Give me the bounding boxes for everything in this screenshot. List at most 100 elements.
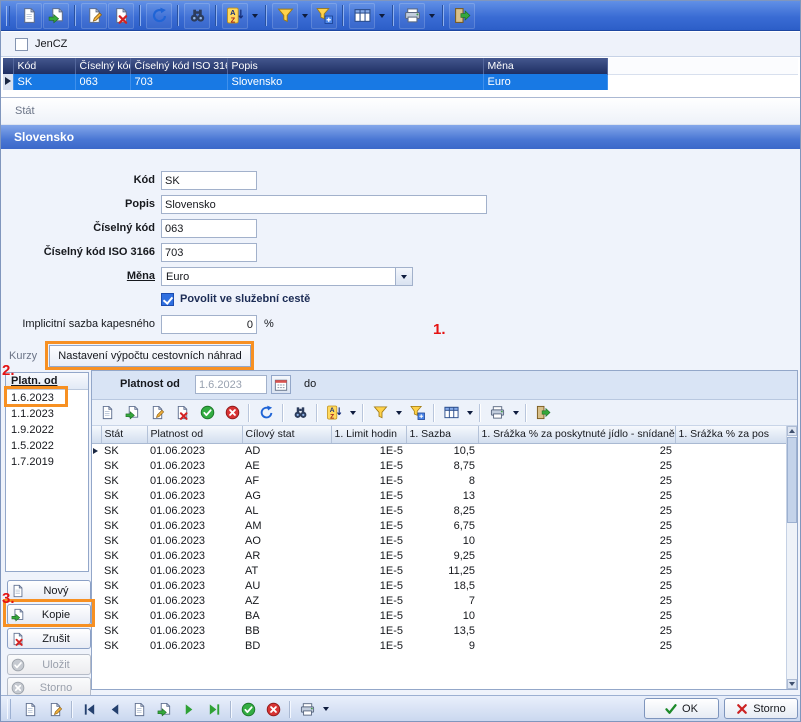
jencz-checkbox[interactable] — [15, 38, 28, 51]
rates-row[interactable]: SK01.06.2023AG1E-51325 — [92, 488, 786, 503]
rates-row[interactable]: SK01.06.2023BB1E-513,525 — [92, 623, 786, 638]
novy-button[interactable]: Nový — [7, 580, 91, 601]
cancel-changes-button[interactable] — [220, 401, 244, 424]
delete-rate-button[interactable] — [170, 401, 194, 424]
scroll-down-arrow[interactable] — [787, 679, 797, 689]
storno-button[interactable]: Storno — [724, 698, 798, 719]
countries-column-header[interactable]: Číselný kód ISO 3166 — [130, 58, 227, 74]
rates-row[interactable]: SK01.06.2023AD1E-510,525 — [92, 443, 786, 458]
popis-input[interactable] — [161, 195, 487, 214]
ok-button[interactable]: OK — [644, 698, 719, 719]
cancel-button[interactable] — [261, 698, 285, 720]
columns-dropdown[interactable] — [376, 4, 387, 28]
previous-document-button[interactable] — [127, 698, 151, 720]
calendar-button[interactable] — [271, 375, 291, 394]
correct-record-button[interactable] — [43, 698, 67, 720]
rates-row[interactable]: SK01.06.2023BA1E-51025 — [92, 608, 786, 623]
validity-date-item[interactable]: 1.6.2023 — [6, 390, 88, 406]
validity-date-item[interactable]: 1.5.2022 — [6, 438, 88, 454]
mena-combobox[interactable]: Euro — [161, 267, 413, 286]
rates-column-header[interactable]: 1. Sazba — [406, 426, 478, 443]
rates-column-header[interactable]: 1. Srážka % za pos — [675, 426, 786, 443]
scroll-up-arrow[interactable] — [787, 426, 797, 436]
vertical-scrollbar[interactable] — [786, 426, 797, 689]
print-dropdown[interactable] — [320, 697, 331, 721]
countries-column-header[interactable]: Kód — [13, 58, 75, 74]
sort-az-button[interactable] — [322, 401, 346, 424]
rates-row[interactable]: SK01.06.2023AZ1E-5725 — [92, 593, 786, 608]
countries-selected-row[interactable]: SK063703SlovenskoEuro — [3, 74, 798, 90]
scrollbar-thumb[interactable] — [787, 437, 797, 523]
close-agenda-button[interactable] — [449, 3, 475, 29]
validity-date-item[interactable]: 1.1.2023 — [6, 406, 88, 422]
columns-button[interactable] — [439, 401, 463, 424]
filter-button[interactable] — [368, 401, 392, 424]
mena-dropdown-button[interactable] — [395, 268, 412, 285]
copy-rate-button[interactable] — [120, 401, 144, 424]
columns-button[interactable] — [349, 3, 375, 29]
edit-rate-button[interactable] — [145, 401, 169, 424]
filter-button[interactable] — [272, 3, 298, 29]
kapesne-input[interactable] — [161, 315, 257, 334]
rates-row[interactable]: SK01.06.2023AE1E-58,7525 — [92, 458, 786, 473]
previous-record-button[interactable] — [102, 698, 126, 720]
ciselny-kod-input[interactable] — [161, 219, 257, 238]
print-dropdown[interactable] — [426, 4, 437, 28]
rates-row[interactable]: SK01.06.2023AO1E-51025 — [92, 533, 786, 548]
first-record-button[interactable] — [77, 698, 101, 720]
rates-row[interactable]: SK01.06.2023AU1E-518,525 — [92, 578, 786, 593]
refresh-button[interactable] — [146, 3, 172, 29]
new-rate-button[interactable] — [95, 401, 119, 424]
report-button[interactable] — [18, 698, 42, 720]
mena-label[interactable]: Měna — [9, 267, 155, 286]
rates-column-header[interactable]: 1. Srážka % za poskytnuté jídlo - snídan… — [478, 426, 675, 443]
validity-date-item[interactable]: 1.7.2019 — [6, 454, 88, 470]
close-button[interactable] — [531, 401, 555, 424]
sort-az-button[interactable] — [222, 3, 248, 29]
sort-az-dropdown[interactable] — [249, 4, 260, 28]
search-button[interactable] — [288, 401, 312, 424]
edit-document-button[interactable] — [81, 3, 107, 29]
rates-column-header[interactable]: Platnost od — [147, 426, 242, 443]
povolit-checkbox[interactable] — [161, 293, 174, 306]
filter-settings-button[interactable] — [311, 3, 337, 29]
print-button[interactable] — [399, 3, 425, 29]
toolbar-grip[interactable] — [6, 6, 10, 26]
rates-column-header[interactable]: 1. Limit hodin — [331, 426, 406, 443]
rates-row[interactable]: SK01.06.2023BD1E-5925 — [92, 638, 786, 653]
filter-settings-button[interactable] — [405, 401, 429, 424]
kopie-button[interactable]: Kopie — [7, 604, 91, 625]
countries-column-header[interactable]: Popis — [227, 58, 483, 74]
rates-row[interactable]: SK01.06.2023AL1E-58,2525 — [92, 503, 786, 518]
print-dropdown[interactable] — [510, 401, 521, 425]
sort-az-dropdown[interactable] — [347, 401, 358, 425]
rates-row[interactable]: SK01.06.2023AR1E-59,2525 — [92, 548, 786, 563]
dates-list-header[interactable]: Platn. od — [6, 373, 88, 390]
refresh-button[interactable] — [254, 401, 278, 424]
rates-row[interactable]: SK01.06.2023AT1E-511,2525 — [92, 563, 786, 578]
validity-date-item[interactable]: 1.9.2022 — [6, 422, 88, 438]
print-button[interactable] — [485, 401, 509, 424]
rates-row[interactable]: SK01.06.2023AM1E-56,7525 — [92, 518, 786, 533]
search-button[interactable] — [184, 3, 210, 29]
next-record-button[interactable] — [177, 698, 201, 720]
accept-changes-button[interactable] — [195, 401, 219, 424]
countries-column-header[interactable]: Měna — [483, 58, 607, 74]
print-button[interactable] — [295, 698, 319, 720]
new-document-button[interactable] — [16, 3, 42, 29]
platnost-od-input[interactable] — [195, 375, 267, 394]
copy-document-button[interactable] — [43, 3, 69, 29]
next-document-button[interactable] — [152, 698, 176, 720]
accept-button[interactable] — [236, 698, 260, 720]
filter-dropdown[interactable] — [299, 4, 310, 28]
rates-column-header[interactable]: Stát — [101, 426, 147, 443]
filter-dropdown[interactable] — [393, 401, 404, 425]
last-record-button[interactable] — [202, 698, 226, 720]
iso-input[interactable] — [161, 243, 257, 262]
kod-input[interactable] — [161, 171, 257, 190]
toolbar-grip[interactable] — [7, 699, 11, 719]
countries-column-header[interactable]: Číselný kód — [75, 58, 130, 74]
delete-document-button[interactable] — [108, 3, 134, 29]
zrusit-button[interactable]: Zrušit — [7, 628, 91, 649]
rates-row[interactable]: SK01.06.2023AF1E-5825 — [92, 473, 786, 488]
